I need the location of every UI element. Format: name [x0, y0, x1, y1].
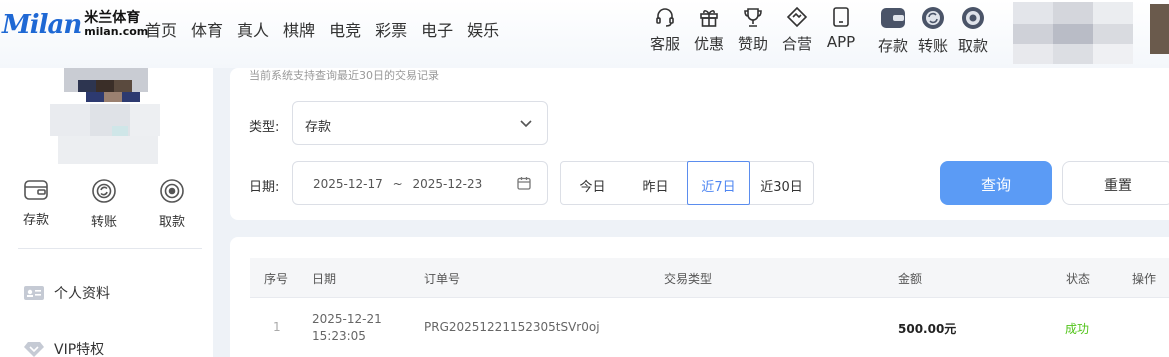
- logo-domain: milan.com: [84, 25, 149, 38]
- row-date: 2025-12-21: [312, 312, 382, 326]
- sidebar-divider: [18, 248, 202, 249]
- withdraw-icon: [160, 179, 184, 203]
- sidebar-item-vip[interactable]: VIP特权: [24, 339, 104, 357]
- nav-live[interactable]: 真人: [237, 17, 269, 41]
- sidebar-action-label: 存款: [22, 213, 49, 228]
- date-separator: ~: [392, 177, 403, 191]
- query-button[interactable]: 查询: [940, 161, 1052, 205]
- type-select-value: 存款: [305, 120, 332, 135]
- range-yesterday[interactable]: 昨日: [624, 162, 687, 204]
- tool-service[interactable]: 客服: [642, 6, 688, 54]
- type-select[interactable]: 存款: [292, 101, 548, 145]
- sidebar-action-label: 取款: [158, 215, 185, 230]
- row-index: 1: [273, 320, 281, 334]
- site-logo[interactable]: Milan 米兰体育 milan.com: [2, 10, 148, 40]
- calendar-icon: [517, 177, 531, 190]
- type-label: 类型:: [249, 120, 280, 135]
- sidebar-item-label: VIP特权: [54, 342, 105, 357]
- col-date: 日期: [312, 272, 337, 286]
- sidebar-item-profile[interactable]: 个人资料: [24, 283, 110, 303]
- logo-mark: Milan: [2, 10, 82, 40]
- date-end: 2025-12-23: [412, 177, 483, 191]
- nav-entertainment[interactable]: 娱乐: [467, 17, 499, 41]
- handshake-icon: [786, 6, 808, 28]
- tool-label: 客服: [649, 35, 680, 53]
- transfer-icon: [92, 179, 116, 203]
- diamond-icon: [24, 342, 44, 357]
- row-time: 15:23:05: [312, 329, 366, 343]
- row-order-number: PRG20251221152305tSVr0oj: [424, 320, 600, 334]
- wallet-icon: [24, 180, 48, 200]
- date-label: 日期:: [249, 180, 280, 195]
- nav-esports[interactable]: 电竞: [329, 17, 361, 41]
- row-status: 成功: [1065, 322, 1090, 336]
- tool-app[interactable]: APP: [818, 6, 864, 51]
- sidebar-action-label: 转账: [90, 215, 117, 230]
- date-range-picker[interactable]: 2025-12-17 ~ 2025-12-23: [292, 161, 548, 205]
- logo-name: 米兰体育: [84, 10, 141, 26]
- date-range-shortcuts: 今日 昨日 近7日 近30日: [560, 161, 814, 205]
- id-card-icon: [24, 286, 44, 300]
- col-amount: 金额: [898, 272, 923, 286]
- wallet-label: 存款: [877, 37, 908, 55]
- wallet-label: 转账: [917, 37, 948, 55]
- col-type: 交易类型: [664, 272, 713, 286]
- sidebar-transfer[interactable]: 转账: [79, 178, 129, 230]
- range-last-30-days[interactable]: 近30日: [750, 162, 813, 204]
- range-last-7-days[interactable]: 近7日: [687, 161, 750, 205]
- reset-button[interactable]: 重置: [1062, 161, 1169, 205]
- tool-label: 赞助: [737, 35, 768, 53]
- sidebar-deposit[interactable]: 存款: [11, 178, 61, 228]
- col-action: 操作: [1132, 272, 1157, 286]
- nav-lottery[interactable]: 彩票: [375, 17, 407, 41]
- withdraw-icon: [962, 7, 984, 29]
- sidebar-item-label: 个人资料: [54, 286, 110, 302]
- wallet-icon: [881, 8, 905, 28]
- nav-slots[interactable]: 电子: [421, 17, 453, 41]
- tool-label: APP: [826, 33, 856, 51]
- date-start: 2025-12-17: [313, 177, 383, 191]
- trophy-icon: [744, 8, 762, 27]
- tablet-icon: [833, 7, 849, 27]
- tool-partner[interactable]: 合营: [774, 6, 820, 54]
- nav-sports[interactable]: 体育: [191, 17, 223, 41]
- range-today[interactable]: 今日: [561, 162, 624, 204]
- chevron-down-icon: [520, 120, 532, 128]
- col-status: 状态: [1066, 272, 1091, 286]
- nav-home[interactable]: 首页: [145, 17, 177, 41]
- headset-icon: [656, 8, 674, 27]
- row-amount: 500.00元: [898, 322, 957, 336]
- tool-label: 合营: [781, 35, 812, 53]
- tool-label: 优惠: [693, 35, 724, 53]
- gift-icon: [700, 10, 718, 27]
- tool-promo[interactable]: 优惠: [686, 6, 732, 54]
- header-withdraw[interactable]: 取款: [950, 6, 996, 56]
- col-order: 订单号: [424, 272, 461, 286]
- header-edge-image: [1150, 4, 1169, 54]
- tool-sponsor[interactable]: 赞助: [730, 6, 776, 54]
- query-notice: 当前系统支持查询最近30日的交易记录: [249, 69, 439, 82]
- sidebar-withdraw[interactable]: 取款: [147, 178, 197, 230]
- user-avatar-blurred[interactable]: [1013, 2, 1133, 64]
- nav-cards[interactable]: 棋牌: [283, 17, 315, 41]
- main-nav: 首页 体育 真人 棋牌 电竞 彩票 电子 娱乐: [145, 17, 513, 41]
- col-index: 序号: [264, 272, 289, 286]
- top-header: Milan 米兰体育 milan.com 首页 体育 真人 棋牌 电竞 彩票 电…: [0, 0, 1169, 68]
- transfer-icon: [922, 7, 944, 29]
- sidebar: 存款 转账 取款 个人资料 VIP特权: [0, 68, 213, 357]
- wallet-label: 取款: [957, 37, 988, 55]
